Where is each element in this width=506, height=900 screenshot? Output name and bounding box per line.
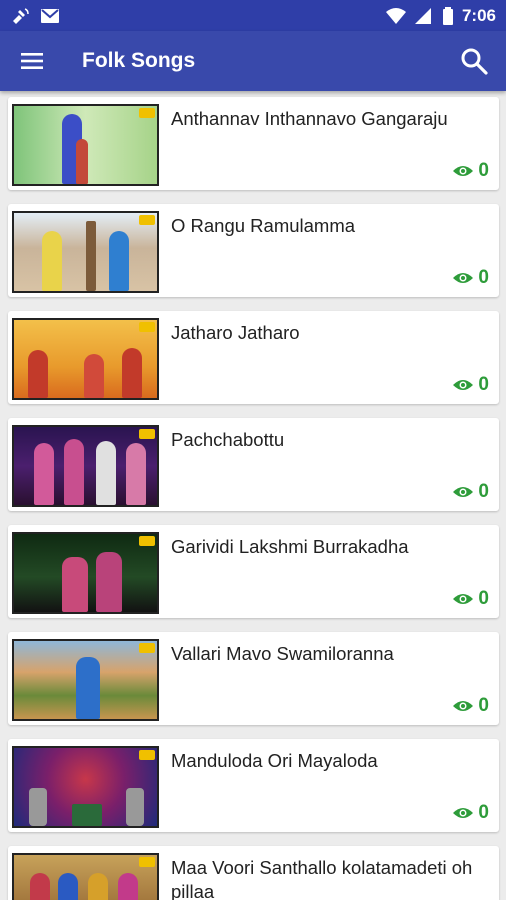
video-thumbnail[interactable] <box>12 532 159 614</box>
menu-button[interactable] <box>0 31 64 91</box>
search-icon <box>461 48 488 75</box>
menu-icon <box>21 53 43 69</box>
eye-icon <box>453 380 474 390</box>
view-count: 0 <box>452 695 489 717</box>
app-bar: Folk Songs <box>0 31 506 91</box>
view-count-value: 0 <box>478 481 489 502</box>
list-item[interactable]: Maa Voori Santhallo kolatamadeti oh pill… <box>8 846 499 900</box>
song-title: Jatharo Jatharo <box>171 322 300 343</box>
song-title: Anthannav Inthannavo Gangaraju <box>171 108 448 129</box>
status-bar: 7:06 <box>0 0 506 31</box>
search-button[interactable] <box>442 31 506 91</box>
video-thumbnail[interactable] <box>12 211 159 293</box>
view-count: 0 <box>452 588 489 610</box>
view-count: 0 <box>452 374 489 396</box>
list-item[interactable]: Vallari Mavo Swamiloranna 0 <box>8 632 499 725</box>
list-item[interactable]: Garividi Lakshmi Burrakadha 0 <box>8 525 499 618</box>
video-thumbnail[interactable] <box>12 639 159 721</box>
list-item[interactable]: Jatharo Jatharo 0 <box>8 311 499 404</box>
eye-icon <box>453 594 474 604</box>
video-thumbnail[interactable] <box>12 104 159 186</box>
gmail-icon <box>40 7 60 25</box>
battery-icon <box>442 6 454 25</box>
view-count: 0 <box>452 802 489 824</box>
eye-icon <box>453 487 474 497</box>
video-thumbnail[interactable] <box>12 853 159 900</box>
song-title: Vallari Mavo Swamiloranna <box>171 643 394 664</box>
view-count: 0 <box>452 267 489 289</box>
eye-icon <box>453 808 474 818</box>
song-title: Maa Voori Santhallo kolatamadeti oh pill… <box>171 857 473 900</box>
page-title: Folk Songs <box>82 49 196 72</box>
view-count-value: 0 <box>478 802 489 823</box>
song-list: Anthannav Inthannavo Gangaraju 0 O Rangu… <box>0 91 506 900</box>
song-title: Manduloda Ori Mayaloda <box>171 750 378 771</box>
song-title: Garividi Lakshmi Burrakadha <box>171 536 409 557</box>
eye-icon <box>453 166 474 176</box>
list-item[interactable]: Pachchabottu 0 <box>8 418 499 511</box>
view-count: 0 <box>452 160 489 182</box>
video-thumbnail[interactable] <box>12 425 159 507</box>
wifi-icon <box>385 7 406 25</box>
signal-icon <box>414 7 434 25</box>
list-item[interactable]: Manduloda Ori Mayaloda 0 <box>8 739 499 832</box>
view-count-value: 0 <box>478 267 489 288</box>
eye-icon <box>453 273 474 283</box>
song-title: Pachchabottu <box>171 429 285 450</box>
list-item[interactable]: Anthannav Inthannavo Gangaraju 0 <box>8 97 499 190</box>
song-title: O Rangu Ramulamma <box>171 215 356 236</box>
view-count: 0 <box>452 481 489 503</box>
list-item[interactable]: O Rangu Ramulamma 0 <box>8 204 499 297</box>
video-thumbnail[interactable] <box>12 318 159 400</box>
view-count-value: 0 <box>478 695 489 716</box>
satellite-icon <box>10 7 30 25</box>
status-time: 7:06 <box>461 5 496 25</box>
view-count-value: 0 <box>478 160 489 181</box>
view-count-value: 0 <box>478 374 489 395</box>
eye-icon <box>453 701 474 711</box>
video-thumbnail[interactable] <box>12 746 159 828</box>
view-count-value: 0 <box>478 588 489 609</box>
